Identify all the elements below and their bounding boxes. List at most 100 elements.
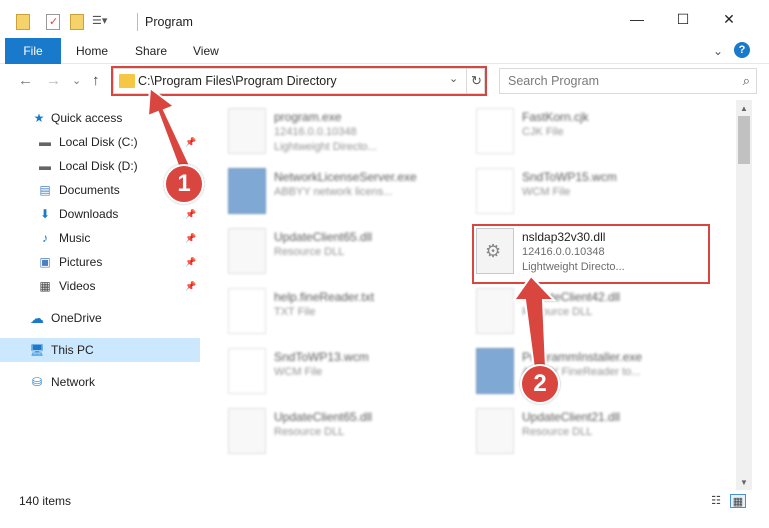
address-highlight-box (111, 66, 487, 96)
search-input[interactable]: Search Program ⌕ (499, 68, 757, 94)
file-name: ProgrammInstaller.exe (522, 350, 643, 364)
tab-file[interactable]: File (5, 38, 61, 64)
ribbon: File Home Share View ⌄ ? (0, 38, 769, 64)
sidebar-item-label: Local Disk (C:) (59, 135, 138, 149)
sidebar-item-network[interactable]: ⛁ Network (0, 370, 200, 394)
back-button[interactable]: ← (18, 72, 33, 89)
new-folder-icon[interactable] (70, 14, 84, 30)
pin-icon[interactable]: 📌 (185, 209, 196, 220)
file-type: Resource DLL (522, 306, 593, 318)
navigation-pane: ★ Quick access ▬ Local Disk (C:) 📌 ▬ Loc… (0, 104, 200, 490)
file-description: Lightweight Directo... (274, 141, 377, 153)
sidebar-item-label: Quick access (51, 111, 123, 125)
sidebar-item-local-disk-c[interactable]: ▬ Local Disk (C:) 📌 (0, 130, 200, 154)
status-bar: 140 items ☷ ▦ (0, 490, 769, 528)
file-highlight-box (472, 224, 710, 284)
application-icon (476, 348, 514, 394)
sidebar-item-label: Network (51, 375, 96, 389)
sidebar-item-onedrive[interactable]: ☁ OneDrive (0, 306, 200, 330)
file-item[interactable]: UpdateClient65.dll Resource DLL (228, 406, 468, 460)
file-item[interactable]: NetworkLicenseServer.exe ABBYY network l… (228, 166, 468, 220)
star-icon: ★ (33, 111, 45, 125)
document-icon (228, 288, 266, 334)
pictures-icon: ▣ (39, 255, 51, 269)
file-type: WCM File (274, 366, 323, 378)
search-icon[interactable]: ⌕ (743, 73, 750, 89)
document-icon (476, 108, 514, 154)
sidebar-item-quick-access[interactable]: ★ Quick access (0, 106, 200, 130)
file-name: SndToWP13.wcm (274, 350, 369, 364)
scroll-up-arrow-icon[interactable]: ▲ (736, 100, 752, 116)
file-name: NetworkLicenseServer.exe (274, 170, 417, 184)
file-name: FastKorn.cjk (522, 110, 589, 124)
sidebar-item-label: This PC (51, 343, 94, 357)
dll-file-icon (476, 408, 514, 454)
network-icon: ⛁ (31, 375, 43, 389)
dll-file-icon (476, 288, 514, 334)
file-item[interactable]: UpdateClient42.dll Resource DLL (476, 286, 716, 340)
search-placeholder: Search Program (508, 74, 600, 88)
file-item[interactable]: SndToWP13.wcm WCM File (228, 346, 468, 400)
computer-icon: 🖥 (29, 343, 45, 357)
file-description: ABBYY network licens... (274, 186, 393, 198)
sidebar-item-this-pc[interactable]: 🖥 This PC (0, 338, 200, 362)
dll-file-icon (228, 228, 266, 274)
file-name: help.fineReader.txt (274, 290, 375, 304)
item-count: 140 items (19, 494, 72, 508)
tab-home[interactable]: Home (76, 38, 108, 64)
title-separator (137, 13, 138, 31)
customize-toolbar-icon[interactable]: ☰▾ (92, 14, 118, 30)
sidebar-item-pictures[interactable]: ▣ Pictures 📌 (0, 250, 200, 274)
file-item[interactable]: UpdateClient21.dll Resource DLL (476, 406, 716, 460)
file-type: WCM File (522, 186, 571, 198)
videos-icon: ▦ (39, 279, 51, 293)
exe-file-icon (228, 108, 266, 154)
sidebar-item-downloads[interactable]: ⬇ Downloads 📌 (0, 202, 200, 226)
file-name: SndToWP15.wcm (522, 170, 617, 184)
tab-view[interactable]: View (193, 38, 219, 64)
drive-icon: ▬ (39, 135, 51, 149)
scroll-down-arrow-icon[interactable]: ▼ (736, 474, 752, 490)
download-icon: ⬇ (39, 207, 51, 221)
file-item[interactable]: program.exe 12416.0.0.10348 Lightweight … (228, 106, 468, 160)
scrollbar-thumb[interactable] (738, 116, 750, 164)
pin-icon[interactable]: 📌 (185, 137, 196, 148)
sidebar-item-videos[interactable]: ▦ Videos 📌 (0, 274, 200, 298)
sidebar-item-label: Downloads (59, 207, 119, 221)
file-item[interactable]: ProgrammInstaller.exe ABBYY FineReader t… (476, 346, 716, 400)
large-icons-view-icon[interactable]: ▦ (730, 494, 746, 508)
expand-ribbon-icon[interactable]: ⌄ (713, 38, 723, 64)
close-button[interactable]: ✕ (706, 0, 752, 38)
sidebar-item-music[interactable]: ♪ Music 📌 (0, 226, 200, 250)
vertical-scrollbar[interactable]: ▲ ▼ (736, 100, 752, 490)
details-view-icon[interactable]: ☷ (708, 494, 724, 508)
application-icon (228, 168, 266, 214)
tab-share[interactable]: Share (135, 38, 167, 64)
file-name: UpdateClient65.dll (274, 230, 373, 244)
file-item[interactable]: SndToWP15.wcm WCM File (476, 166, 716, 220)
pin-icon[interactable]: 📌 (185, 233, 196, 244)
file-item[interactable]: help.fineReader.txt TXT File (228, 286, 468, 340)
file-item[interactable]: FastKorn.cjk CJK File (476, 106, 716, 160)
pin-icon[interactable]: 📌 (185, 281, 196, 292)
documents-icon: ▤ (39, 183, 51, 197)
maximize-button[interactable]: ☐ (660, 0, 706, 38)
title-bar: ✓ ☰▾ Program — ☐ ✕ (0, 0, 769, 38)
file-name: program.exe (274, 110, 342, 124)
cloud-icon: ☁ (30, 309, 44, 326)
step-badge-2: 2 (520, 364, 560, 404)
properties-icon[interactable]: ✓ (46, 14, 60, 30)
sidebar-item-label: Local Disk (D:) (59, 159, 138, 173)
file-name: UpdateClient65.dll (274, 410, 373, 424)
up-button[interactable]: ↑ (92, 72, 100, 89)
pin-icon[interactable]: 📌 (185, 257, 196, 268)
help-icon[interactable]: ? (734, 42, 750, 58)
file-item[interactable]: UpdateClient65.dll Resource DLL (228, 226, 468, 280)
minimize-button[interactable]: — (614, 0, 660, 38)
sidebar-item-label: Music (59, 231, 91, 245)
file-type: TXT File (274, 306, 316, 318)
forward-button[interactable]: → (46, 72, 61, 89)
document-icon (228, 348, 266, 394)
recent-locations-button[interactable]: ⌄ (72, 74, 81, 87)
folder-icon (16, 14, 30, 30)
